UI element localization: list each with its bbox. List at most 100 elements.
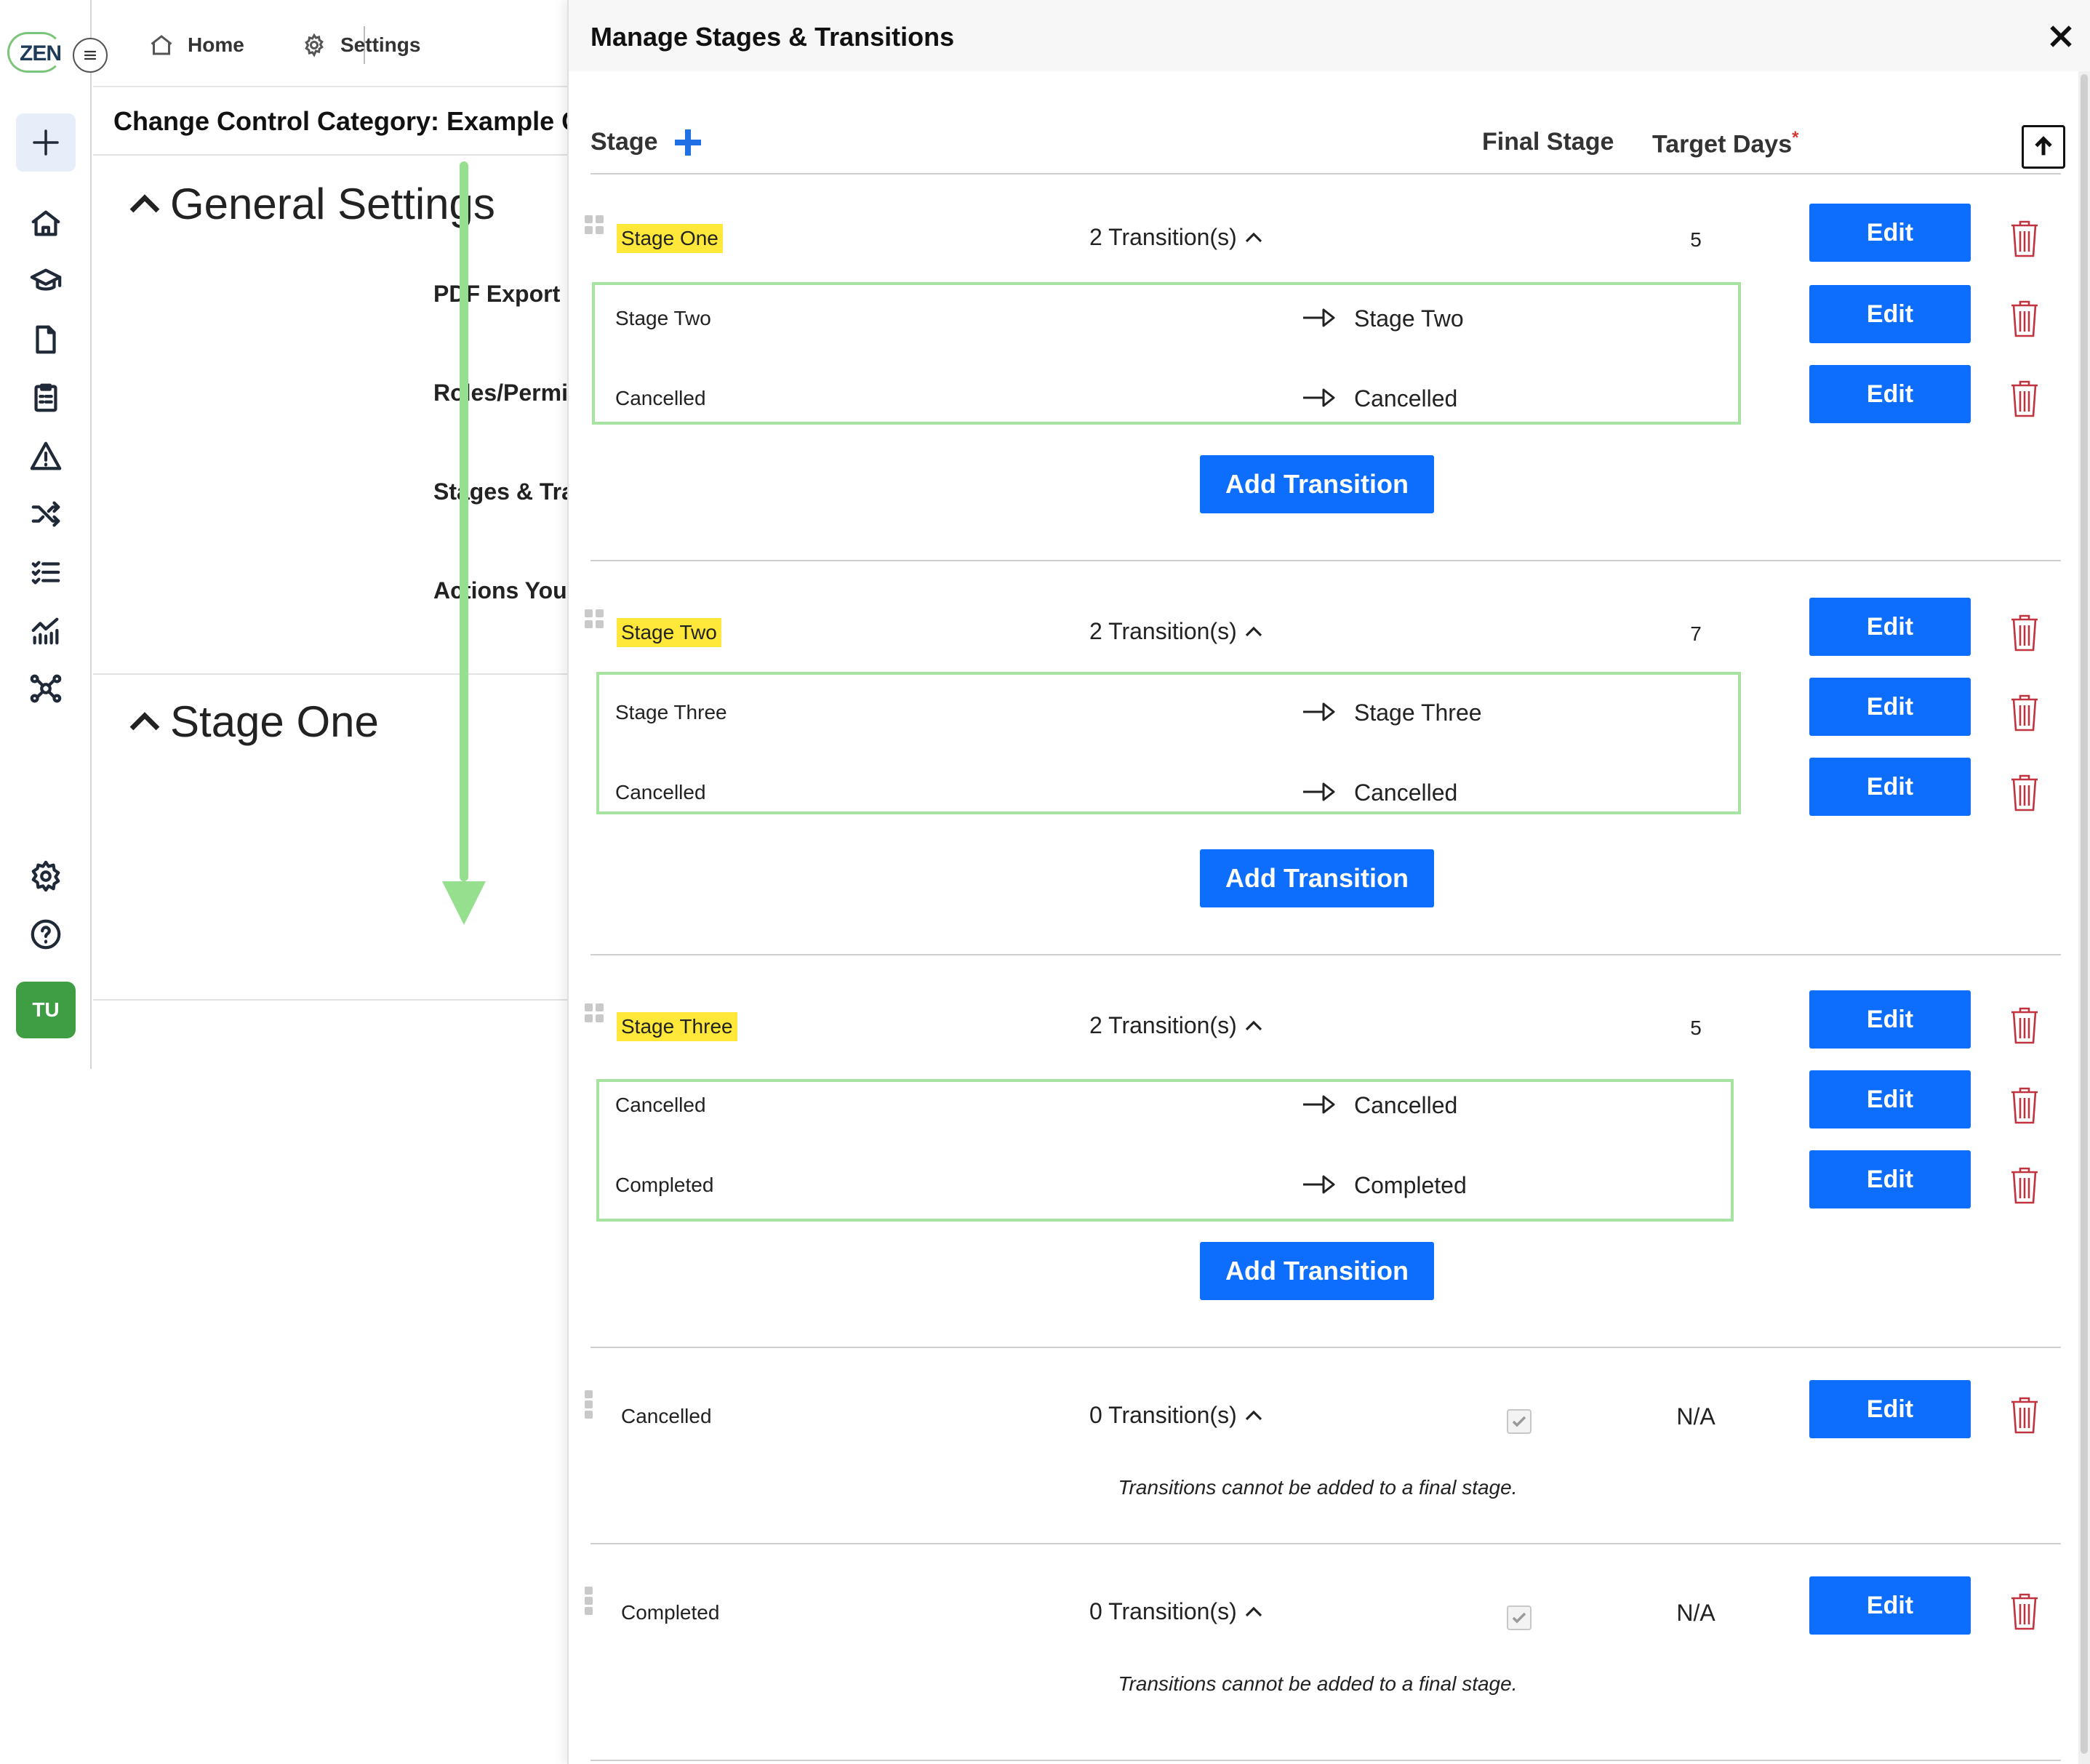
target-days-column-header: Target Days* (1652, 128, 1798, 159)
edit-stage-button[interactable]: Edit (1809, 990, 1971, 1049)
transition-to: Cancelled (1354, 1092, 1458, 1118)
chevron-up-icon (1245, 1020, 1262, 1030)
stage-name: Stage Two (617, 618, 721, 647)
required-mark: * (1792, 128, 1799, 148)
transition-to: Cancelled (1354, 779, 1458, 806)
modal-title: Manage Stages & Transitions (590, 22, 955, 52)
menu-toggle-button[interactable] (73, 38, 108, 73)
transition-from: Cancelled (615, 781, 706, 803)
transition-from: Stage Two (615, 307, 711, 329)
edit-transition-button[interactable]: Edit (1809, 285, 1971, 343)
delete-transition-button[interactable] (2007, 772, 2042, 813)
trash-icon (2011, 300, 2038, 337)
transition-to: Stage Two (1354, 305, 1464, 332)
general-settings-header[interactable]: General Settings (125, 179, 495, 229)
target-days-label: Target Days (1652, 130, 1793, 159)
delete-transition-button[interactable] (2007, 298, 2042, 339)
add-transition-button[interactable]: Add Transition (1200, 455, 1434, 513)
nav-documents[interactable] (26, 320, 65, 359)
nav-home[interactable] (26, 204, 65, 243)
user-avatar[interactable]: TU (16, 982, 76, 1038)
add-transition-button[interactable]: Add Transition (1200, 849, 1434, 907)
edit-transition-button[interactable]: Edit (1809, 678, 1971, 736)
delete-stage-button[interactable] (2007, 612, 2042, 653)
transitions-count: 2 Transition(s) (1089, 1012, 1237, 1038)
top-breadcrumb-bar: Home Settings (93, 0, 646, 87)
transitions-toggle[interactable]: 0 Transition(s) (1089, 1598, 1265, 1625)
edit-stage-button[interactable]: Edit (1809, 1380, 1971, 1438)
nav-change-control[interactable] (26, 494, 65, 534)
stage-divider (590, 1543, 2061, 1544)
edit-transition-button[interactable]: Edit (1809, 1150, 1971, 1208)
chevron-up-icon (129, 193, 160, 212)
add-stage-button[interactable] (670, 125, 705, 160)
drag-handle-icon[interactable] (585, 215, 606, 244)
edit-transition-button[interactable]: Edit (1809, 365, 1971, 423)
transitions-toggle[interactable]: 2 Transition(s) (1089, 618, 1265, 645)
scrollbar-thumb[interactable] (2081, 74, 2088, 1754)
arrow-right-icon (1302, 387, 1337, 409)
drag-handle-icon[interactable] (585, 1390, 595, 1419)
warning-icon (30, 441, 62, 470)
nav-settings[interactable] (26, 857, 65, 896)
target-days-value: N/A (1676, 1600, 1715, 1626)
upload-button[interactable] (2022, 125, 2065, 169)
edit-transition-button[interactable]: Edit (1809, 1070, 1971, 1128)
stage-one-section-header[interactable]: Stage One (125, 697, 379, 747)
breadcrumb-settings[interactable]: Settings (301, 29, 420, 61)
transitions-toggle[interactable]: 2 Transition(s) (1089, 1012, 1265, 1039)
chevron-up-icon (1245, 1606, 1262, 1616)
arrow-right-icon (1302, 701, 1337, 723)
breadcrumb-home[interactable]: Home (148, 29, 244, 61)
checklist-icon (31, 561, 60, 585)
delete-transition-button[interactable] (2007, 378, 2042, 419)
header-divider (590, 173, 2061, 175)
transition-to: Stage Three (1354, 699, 1482, 726)
left-nav-rail: ZEN TU (0, 0, 92, 1069)
trash-icon (2011, 1007, 2038, 1044)
delete-stage-button[interactable] (2007, 1005, 2042, 1046)
transitions-toggle[interactable]: 0 Transition(s) (1089, 1402, 1265, 1429)
drag-handle-icon[interactable] (585, 609, 606, 638)
transition-from: Stage Three (615, 701, 727, 723)
nav-help[interactable] (26, 915, 65, 954)
nav-network[interactable] (26, 669, 65, 708)
zen-logo[interactable]: ZEN (7, 32, 63, 73)
stage-name: Cancelled (621, 1405, 712, 1427)
transitions-toggle[interactable]: 2 Transition(s) (1089, 224, 1265, 251)
close-modal-button[interactable] (2041, 16, 2081, 57)
delete-transition-button[interactable] (2007, 1165, 2042, 1206)
trash-icon (2011, 1593, 2038, 1630)
edit-stage-button[interactable]: Edit (1809, 1576, 1971, 1635)
stage-divider (590, 1347, 2061, 1348)
page-title: Change Control Category: Example Cha (113, 106, 612, 136)
nav-training[interactable] (26, 262, 65, 301)
delete-stage-button[interactable] (2007, 1591, 2042, 1632)
edit-stage-button[interactable]: Edit (1809, 204, 1971, 262)
stage-divider (590, 560, 2061, 561)
edit-stage-button[interactable]: Edit (1809, 598, 1971, 656)
nav-tasks[interactable] (26, 378, 65, 417)
create-new-button[interactable] (16, 113, 76, 172)
nav-analytics[interactable] (26, 611, 65, 650)
drag-handle-icon[interactable] (585, 1003, 606, 1033)
target-days-value: 5 (1690, 1017, 1702, 1039)
transitions-count: 0 Transition(s) (1089, 1402, 1237, 1428)
final-stage-checkbox[interactable] (1507, 1605, 1532, 1630)
delete-transition-button[interactable] (2007, 692, 2042, 733)
trash-icon (2011, 774, 2038, 811)
add-transition-button[interactable]: Add Transition (1200, 1242, 1434, 1300)
delete-stage-button[interactable] (2007, 1395, 2042, 1435)
chevron-up-icon (1245, 626, 1262, 636)
final-stage-checkbox[interactable] (1507, 1409, 1532, 1434)
nav-incidents[interactable] (26, 436, 65, 476)
drag-handle-icon[interactable] (585, 1587, 595, 1616)
checkmark-icon (1512, 1416, 1526, 1427)
edit-transition-button[interactable]: Edit (1809, 758, 1971, 816)
delete-stage-button[interactable] (2007, 218, 2042, 259)
modal-scrollbar[interactable] (2078, 71, 2090, 1764)
transitions-box (596, 1079, 1734, 1222)
nav-checklists[interactable] (26, 553, 65, 592)
delete-transition-button[interactable] (2007, 1085, 2042, 1126)
hamburger-icon (84, 50, 97, 60)
